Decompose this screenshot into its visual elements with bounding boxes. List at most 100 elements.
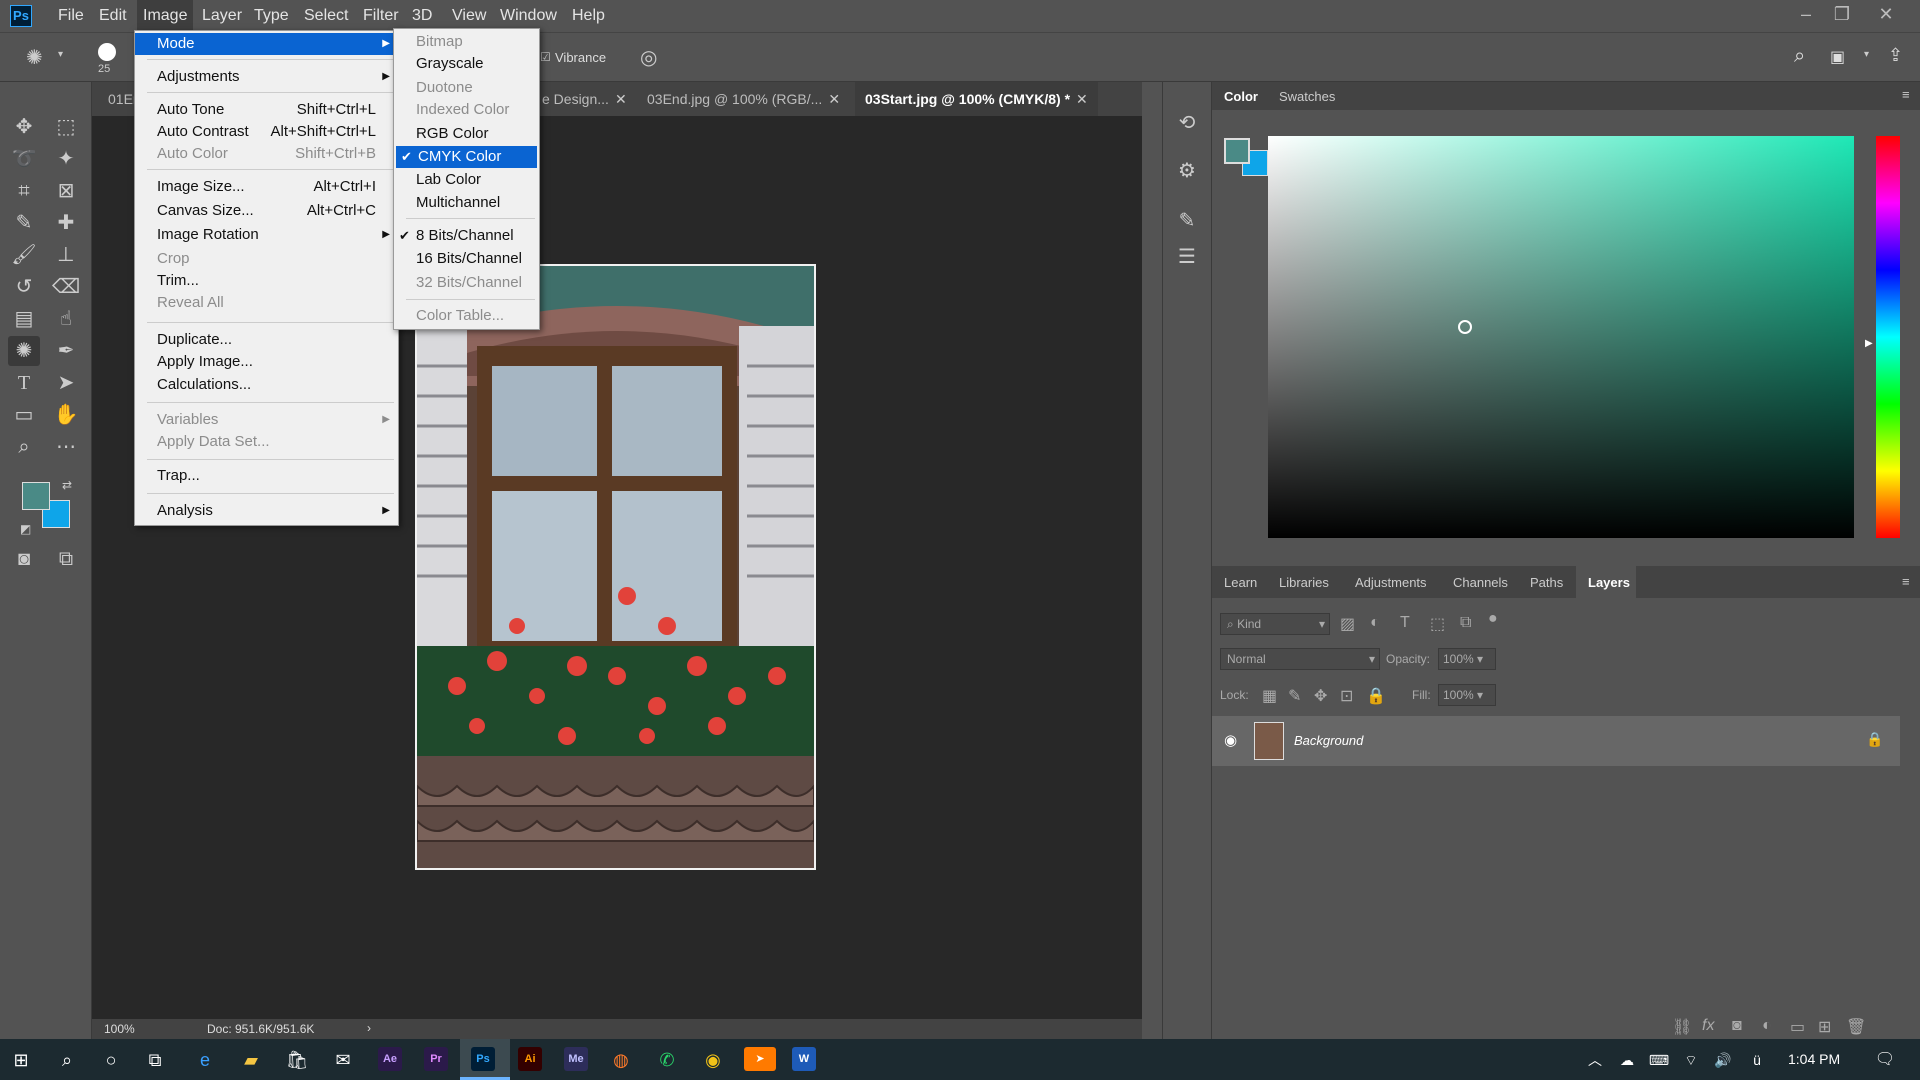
move-tool-icon[interactable]: ✥ bbox=[8, 112, 40, 142]
frame-tool-icon[interactable]: ⊠ bbox=[50, 176, 82, 206]
tab-channels[interactable]: Channels bbox=[1453, 575, 1508, 590]
file-explorer-icon[interactable]: ▰ bbox=[236, 1045, 266, 1075]
marquee-tool-icon[interactable]: ⬚ bbox=[50, 112, 82, 142]
eyedropper-icon[interactable]: ✎ bbox=[8, 208, 40, 238]
hand-tool-icon[interactable]: ✋ bbox=[50, 400, 82, 430]
mail-icon[interactable]: ✉ bbox=[328, 1045, 358, 1075]
chevron-down-icon[interactable]: ▾ bbox=[58, 49, 63, 60]
default-colors-icon[interactable]: ◩ bbox=[20, 522, 31, 536]
cortana-icon[interactable]: ○ bbox=[96, 1045, 126, 1075]
search-icon[interactable]: ⌕ bbox=[1794, 45, 1805, 68]
adjustment-layer-icon[interactable]: ◐ bbox=[1762, 1017, 1772, 1035]
menu-help[interactable]: Help bbox=[566, 0, 611, 32]
panel-menu-icon[interactable]: ≡ bbox=[1902, 574, 1910, 589]
tab-adjustments[interactable]: Adjustments bbox=[1355, 575, 1427, 590]
close-tab-icon[interactable]: ✕ bbox=[615, 91, 627, 107]
tab-03end[interactable]: 03End.jpg @ 100% (RGB/... ✕ bbox=[637, 82, 850, 116]
pen-tool-icon[interactable]: ✒ bbox=[50, 336, 82, 366]
language-icon[interactable]: ü bbox=[1742, 1045, 1772, 1075]
new-group-icon[interactable]: ▭ bbox=[1790, 1017, 1805, 1037]
input-method-icon[interactable]: ⌨ bbox=[1644, 1045, 1674, 1075]
close-tab-icon[interactable]: ✕ bbox=[828, 91, 840, 107]
screen-mode-icon[interactable]: ⧉ bbox=[50, 544, 82, 574]
tab-libraries[interactable]: Libraries bbox=[1279, 575, 1329, 590]
menu-item-trim[interactable]: Trim... bbox=[135, 270, 398, 292]
history-brush-icon[interactable]: ↺ bbox=[8, 272, 40, 302]
brush-settings-icon[interactable]: ✎ bbox=[1171, 206, 1203, 236]
tab-layers[interactable]: Layers bbox=[1576, 566, 1636, 598]
menu-file[interactable]: File bbox=[52, 0, 90, 32]
new-layer-icon[interactable]: ⊞ bbox=[1818, 1017, 1831, 1037]
filter-toggle-icon[interactable]: ● bbox=[1488, 610, 1498, 628]
menu-item-image-rotation[interactable]: Image Rotation ▶ bbox=[135, 224, 398, 246]
filter-type-icon[interactable]: T bbox=[1400, 614, 1410, 632]
menu-item-cmyk-color[interactable]: ✔ CMYK Color bbox=[396, 146, 537, 168]
edge-icon[interactable]: e bbox=[190, 1045, 220, 1075]
volume-icon[interactable]: 🔊 bbox=[1708, 1045, 1738, 1075]
restore-icon[interactable]: ❐ bbox=[1822, 2, 1862, 26]
layer-name[interactable]: Background bbox=[1294, 733, 1363, 748]
gradient-tool-icon[interactable]: ▤ bbox=[8, 304, 40, 334]
onedrive-icon[interactable]: ☁ bbox=[1612, 1045, 1642, 1075]
filter-pixel-icon[interactable]: ▨ bbox=[1340, 614, 1355, 634]
tab-learn[interactable]: Learn bbox=[1224, 575, 1257, 590]
menu-item-adjustments[interactable]: Adjustments ▶ bbox=[135, 66, 398, 88]
filter-adjustment-icon[interactable]: ◐ bbox=[1370, 614, 1380, 632]
menu-select[interactable]: Select bbox=[298, 0, 354, 32]
store-icon[interactable]: 🛍 bbox=[282, 1045, 312, 1075]
whatsapp-icon[interactable]: ✆ bbox=[652, 1045, 682, 1075]
foreground-color-swatch[interactable] bbox=[22, 482, 50, 510]
after-effects-icon[interactable]: Ae bbox=[378, 1047, 402, 1071]
search-icon[interactable]: ⌕ bbox=[52, 1045, 82, 1075]
menu-layer[interactable]: Layer bbox=[196, 0, 248, 32]
lock-all-icon[interactable]: 🔒 bbox=[1366, 686, 1386, 706]
more-tools-icon[interactable]: ⋯ bbox=[50, 432, 82, 462]
photoshop-taskbar-icon[interactable]: Ps bbox=[471, 1047, 495, 1071]
zoom-level[interactable]: 100% bbox=[104, 1022, 135, 1036]
healing-brush-icon[interactable]: ✚ bbox=[50, 208, 82, 238]
magic-wand-icon[interactable]: ✦ bbox=[50, 144, 82, 174]
share-icon[interactable]: ⇪ bbox=[1888, 45, 1903, 66]
smudge-tool-icon[interactable]: ☝ bbox=[50, 304, 82, 334]
adjustments-icon[interactable]: ☰ bbox=[1171, 242, 1203, 272]
add-mask-icon[interactable]: ◙ bbox=[1732, 1017, 1742, 1035]
color-picker-cursor[interactable] bbox=[1458, 320, 1472, 334]
tab-03start[interactable]: 03Start.jpg @ 100% (CMYK/8) * ✕ bbox=[855, 82, 1098, 116]
document-image[interactable] bbox=[415, 264, 816, 870]
filter-shape-icon[interactable]: ⬚ bbox=[1430, 614, 1445, 634]
menu-item-calculations[interactable]: Calculations... bbox=[135, 374, 398, 396]
blend-mode-select[interactable]: Normal ▾ bbox=[1220, 648, 1380, 670]
stamp-tool-icon[interactable]: ⊥ bbox=[50, 240, 82, 270]
chrome-icon[interactable]: ◉ bbox=[698, 1045, 728, 1075]
tab-swatches[interactable]: Swatches bbox=[1279, 89, 1335, 104]
hue-slider[interactable] bbox=[1876, 136, 1900, 538]
menu-item-duplicate[interactable]: Duplicate... bbox=[135, 329, 398, 351]
brush-tool-icon[interactable]: 🖌 bbox=[8, 240, 40, 270]
sponge-tool-icon[interactable]: ✺ bbox=[8, 336, 40, 366]
menu-type[interactable]: Type bbox=[248, 0, 295, 32]
kind-filter[interactable]: ⌕ Kind ▾ bbox=[1220, 613, 1330, 635]
filter-smart-object-icon[interactable]: ⧉ bbox=[1460, 614, 1471, 632]
link-layers-icon[interactable]: ⛓ bbox=[1672, 1017, 1692, 1037]
color-fg-swatch[interactable] bbox=[1224, 138, 1250, 164]
notifications-icon[interactable]: 🗨 bbox=[1870, 1045, 1900, 1075]
lock-paint-icon[interactable]: ✎ bbox=[1288, 686, 1301, 706]
taskbar-clock[interactable]: 1:04 PM bbox=[1788, 1051, 1840, 1067]
telegram-icon[interactable]: ➤ bbox=[744, 1047, 776, 1071]
menu-item-analysis[interactable]: Analysis ▶ bbox=[135, 500, 398, 522]
path-selection-icon[interactable]: ➤ bbox=[50, 368, 82, 398]
delete-layer-icon[interactable]: 🗑 bbox=[1846, 1017, 1866, 1037]
wifi-icon[interactable]: ⌔ bbox=[1676, 1045, 1706, 1075]
brush-preview-icon[interactable] bbox=[98, 43, 116, 61]
eraser-tool-icon[interactable]: ⌫ bbox=[50, 272, 82, 302]
menu-item-8-bits[interactable]: ✔ 8 Bits/Channel bbox=[394, 225, 539, 247]
menu-item-image-size[interactable]: Image Size... Alt+Ctrl+I bbox=[135, 176, 398, 198]
tab-paths[interactable]: Paths bbox=[1530, 575, 1563, 590]
sponge-tool-icon[interactable]: ✺ bbox=[26, 45, 43, 70]
workspace-icon[interactable]: ▣ bbox=[1830, 47, 1845, 67]
layer-row[interactable]: ◉ Background 🔒 bbox=[1212, 716, 1900, 766]
tab-design[interactable]: e Design... ✕ bbox=[532, 82, 637, 116]
visibility-eye-icon[interactable]: ◉ bbox=[1224, 731, 1237, 749]
fill-field[interactable]: 100% ▾ bbox=[1438, 684, 1496, 706]
pressure-icon[interactable]: ◎ bbox=[640, 45, 657, 70]
